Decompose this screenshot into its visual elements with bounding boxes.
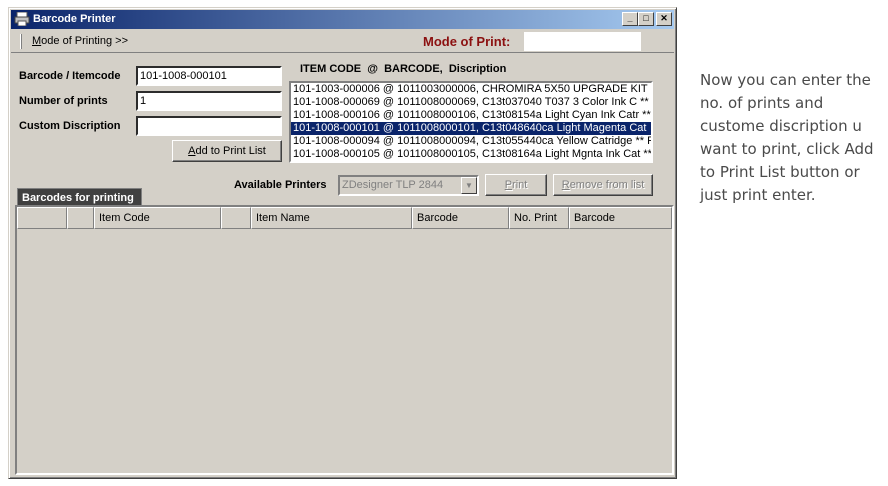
toolbar: Mode of Printing >> Mode of Print:: [11, 31, 674, 53]
custom-description-label: Custom Discription: [19, 120, 121, 132]
list-item[interactable]: 101-1008-000069 @ 1011008000069, C13t037…: [291, 96, 651, 109]
number-of-prints-input[interactable]: 1: [136, 91, 282, 111]
mode-of-print-value: [524, 32, 641, 51]
grid-column-header[interactable]: [67, 207, 94, 229]
barcode-printer-window: Barcode Printer _ □ ✕ Mode of Printing >…: [8, 7, 677, 479]
close-button[interactable]: ✕: [656, 12, 672, 26]
minimize-button[interactable]: _: [622, 12, 638, 26]
grid-column-header[interactable]: Barcode: [412, 207, 509, 229]
printer-select-value: ZDesigner TLP 2844: [342, 179, 444, 191]
custom-description-input[interactable]: [136, 116, 282, 136]
grid-column-header[interactable]: Item Code: [94, 207, 221, 229]
printer-select[interactable]: ZDesigner TLP 2844 ▼: [338, 175, 479, 196]
grid-column-header[interactable]: [221, 207, 251, 229]
list-item[interactable]: 101-1008-000101 @ 1011008000101, C13t048…: [291, 122, 651, 135]
mode-of-print-label: Mode of Print:: [423, 34, 511, 49]
number-of-prints-label: Number of prints: [19, 95, 108, 107]
remove-from-list-button[interactable]: Remove from list: [553, 174, 653, 196]
grid-column-header[interactable]: Item Name: [251, 207, 412, 229]
barcodes-grid[interactable]: Item Code Item Name Barcode No. Print Barcod…: [15, 205, 674, 475]
grid-column-header[interactable]: No. Print: [509, 207, 569, 229]
maximize-button[interactable]: □: [638, 12, 654, 26]
item-listbox[interactable]: 101-1003-000006 @ 1011003000006, CHROMIR…: [289, 81, 653, 163]
print-button[interactable]: Print: [485, 174, 547, 196]
barcodes-for-printing-tab[interactable]: Barcodes for printing: [17, 188, 142, 206]
list-item[interactable]: 101-1008-000105 @ 1011008000105, C13t081…: [291, 148, 651, 161]
item-list-header: ITEM CODE @ BARCODE, Discription: [300, 63, 507, 75]
available-printers-label: Available Printers: [234, 179, 327, 191]
list-item[interactable]: 101-1003-000006 @ 1011003000006, CHROMIR…: [291, 83, 651, 96]
grid-column-header[interactable]: [17, 207, 67, 229]
mode-of-printing-menu[interactable]: Mode of Printing >>: [32, 35, 128, 47]
add-to-print-list-button[interactable]: Add to Print List: [172, 140, 282, 162]
barcode-input[interactable]: 101-1008-000101: [136, 66, 282, 86]
barcode-label: Barcode / Itemcode: [19, 70, 121, 82]
window-title: Barcode Printer: [33, 13, 116, 25]
list-item[interactable]: 101-1008-000106 @ 1011008000106, C13t081…: [291, 109, 651, 122]
grid-column-header[interactable]: Barcode: [569, 207, 672, 229]
printer-icon: [14, 12, 30, 26]
toolbar-grip-icon: [20, 34, 22, 49]
grid-header-row: Item Code Item Name Barcode No. Print Barcod…: [17, 207, 672, 229]
list-item[interactable]: 101-1008-000094 @ 1011008000094, C13t055…: [291, 135, 651, 148]
dropdown-arrow-icon[interactable]: ▼: [461, 177, 477, 194]
instruction-note: Now you can enter the no. of prints and …: [700, 71, 874, 204]
title-bar[interactable]: Barcode Printer _ □ ✕: [11, 10, 674, 29]
